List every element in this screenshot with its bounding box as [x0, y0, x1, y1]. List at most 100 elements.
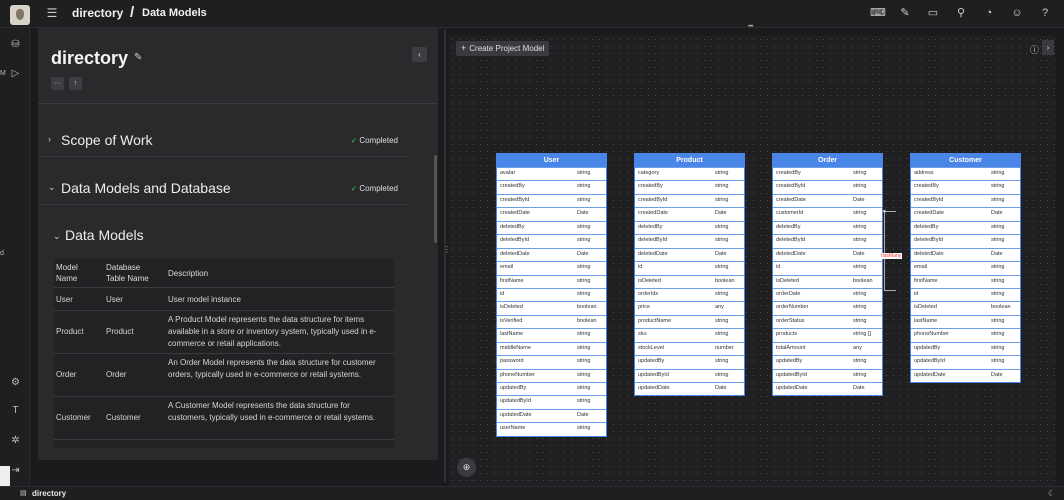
model-field-row[interactable]: deletedDate Date	[773, 247, 882, 261]
model-field-row[interactable]: updatedBy string	[773, 355, 882, 368]
magic-wand-icon[interactable]: ✎	[898, 5, 912, 21]
model-card-customer[interactable]: Customer address string createdBy string crea…	[910, 153, 1021, 383]
model-field-row[interactable]: lastName string	[497, 328, 606, 341]
model-field-row[interactable]: price any	[635, 301, 744, 314]
model-field-row[interactable]: customerId string	[773, 207, 882, 220]
model-field-row[interactable]: isDeleted boolean	[497, 301, 606, 314]
model-field-row[interactable]: updatedDate Date	[911, 368, 1020, 382]
drag-handle-icon[interactable]: ⋮	[443, 245, 451, 267]
help-icon[interactable]: ?	[1038, 5, 1052, 21]
model-field-row[interactable]: deletedBy string	[773, 220, 882, 234]
theme-moon-icon[interactable]: ☾	[1048, 489, 1055, 498]
model-card-product[interactable]: Product category string createdBy string crea…	[634, 153, 745, 397]
model-field-row[interactable]: createdBy string	[635, 180, 744, 193]
model-field-row[interactable]: isDeleted boolean	[635, 274, 744, 288]
collapse-canvas-button[interactable]: ›	[1042, 40, 1054, 55]
model-card-order[interactable]: Order createdBy string createdById string cre…	[772, 153, 883, 397]
model-field-row[interactable]: deletedById string	[773, 234, 882, 247]
search-icon[interactable]: ⚲	[954, 5, 968, 21]
model-field-row[interactable]: deletedDate Date	[635, 247, 744, 261]
model-field-row[interactable]: createdById string	[497, 193, 606, 207]
model-field-row[interactable]: updatedById string	[911, 355, 1020, 368]
database-icon[interactable]: ⛁	[9, 38, 22, 51]
breadcrumb-root[interactable]: directory	[72, 6, 123, 20]
model-field-row[interactable]: createdDate Date	[773, 193, 882, 207]
model-field-row[interactable]: stockLevel number	[635, 341, 744, 355]
model-field-row[interactable]: updatedById string	[773, 368, 882, 382]
info-icon[interactable]: ⓘ	[1030, 43, 1039, 56]
section-scope-of-work[interactable]: › Scope of Work ✓ Completed	[38, 123, 408, 157]
zoom-icon[interactable]: ⊕	[457, 458, 476, 477]
model-field-row[interactable]: id string	[635, 261, 744, 274]
model-field-row[interactable]: id string	[773, 261, 882, 274]
model-field-row[interactable]: category string	[635, 167, 744, 180]
model-field-row[interactable]: createdById string	[911, 193, 1020, 207]
model-field-row[interactable]: isVerified boolean	[497, 314, 606, 328]
app-logo[interactable]	[10, 5, 30, 25]
model-field-row[interactable]: updatedDate Date	[497, 408, 606, 422]
model-field-row[interactable]: orderDate string	[773, 287, 882, 301]
model-field-row[interactable]: createdById string	[773, 180, 882, 193]
collapse-panel-button[interactable]: ‹	[412, 47, 427, 62]
model-field-row[interactable]: updatedBy string	[911, 341, 1020, 355]
model-field-row[interactable]: orderNumber string	[773, 301, 882, 314]
model-field-row[interactable]: updatedBy string	[635, 355, 744, 368]
model-field-row[interactable]: updatedBy string	[497, 382, 606, 395]
model-field-row[interactable]: createdById string	[635, 193, 744, 207]
chevron-down-icon[interactable]: ⌄	[53, 231, 61, 242]
model-field-row[interactable]: userName string	[497, 422, 606, 435]
model-field-row[interactable]: phoneNumber string	[497, 368, 606, 382]
drag-handle-icon[interactable]: ••••	[748, 24, 768, 30]
model-field-row[interactable]: deletedBy string	[497, 220, 606, 234]
model-field-row[interactable]: deletedBy string	[635, 220, 744, 234]
settings-icon[interactable]: ⚙	[9, 376, 22, 389]
model-field-row[interactable]: createdDate Date	[497, 207, 606, 220]
model-field-row[interactable]: sku string	[635, 328, 744, 341]
model-field-row[interactable]: createdBy string	[497, 180, 606, 193]
model-field-row[interactable]: password string	[497, 355, 606, 368]
text-format-icon[interactable]: T	[9, 404, 22, 417]
model-field-row[interactable]: productName string	[635, 314, 744, 328]
more-options-button[interactable]: ···	[51, 77, 64, 90]
model-field-row[interactable]: updatedById string	[635, 368, 744, 382]
model-field-row[interactable]: updatedDate Date	[773, 382, 882, 395]
model-field-row[interactable]: phoneNumber string	[911, 328, 1020, 341]
model-field-row[interactable]: updatedById string	[497, 395, 606, 408]
logout-icon[interactable]: ⇥	[9, 464, 22, 477]
model-field-row[interactable]: lastName string	[911, 314, 1020, 328]
model-field-row[interactable]: orderIds string	[635, 287, 744, 301]
model-field-row[interactable]: middleName string	[497, 341, 606, 355]
user-icon[interactable]: ☺	[1010, 5, 1024, 21]
model-field-row[interactable]: products string []	[773, 328, 882, 341]
model-field-row[interactable]: address string	[911, 167, 1020, 180]
model-field-row[interactable]: createdBy string	[773, 167, 882, 180]
create-project-model-button[interactable]: + Create Project Model	[456, 41, 550, 56]
model-field-row[interactable]: deletedById string	[497, 234, 606, 247]
upload-button[interactable]: ↑	[69, 77, 82, 90]
model-field-row[interactable]: isDeleted boolean	[773, 274, 882, 288]
model-field-row[interactable]: createdBy string	[911, 180, 1020, 193]
layout-icon[interactable]: ▭	[926, 5, 940, 21]
model-field-row[interactable]: email string	[497, 261, 606, 274]
gear-icon[interactable]: ✲	[9, 434, 22, 447]
model-field-row[interactable]: deletedBy string	[911, 220, 1020, 234]
model-field-row[interactable]: deletedDate Date	[497, 247, 606, 261]
model-field-row[interactable]: id string	[497, 287, 606, 301]
model-field-row[interactable]: firstName string	[497, 274, 606, 288]
menu-toggle-icon[interactable]: ☰	[44, 5, 60, 21]
model-field-row[interactable]: email string	[911, 261, 1020, 274]
code-icon[interactable]: ⌨	[870, 5, 886, 21]
model-card-user[interactable]: User avatar string createdBy string createdBy…	[496, 153, 607, 437]
document-scrollbar[interactable]	[434, 155, 437, 243]
model-field-row[interactable]: firstName string	[911, 274, 1020, 288]
model-field-row[interactable]: deletedById string	[635, 234, 744, 247]
model-field-row[interactable]: createdDate Date	[911, 207, 1020, 220]
model-field-row[interactable]: deletedDate Date	[911, 247, 1020, 261]
play-icon[interactable]: ▷	[9, 67, 22, 80]
model-field-row[interactable]: totalAmount any	[773, 341, 882, 355]
section-data-models-and-database[interactable]: ⌄ Data Models and Database ✓ Completed	[38, 171, 408, 205]
model-field-row[interactable]: avatar string	[497, 167, 606, 180]
model-field-row[interactable]: isDeleted boolean	[911, 301, 1020, 314]
model-field-row[interactable]: id string	[911, 287, 1020, 301]
edit-title-icon[interactable]: ✎	[134, 52, 142, 63]
